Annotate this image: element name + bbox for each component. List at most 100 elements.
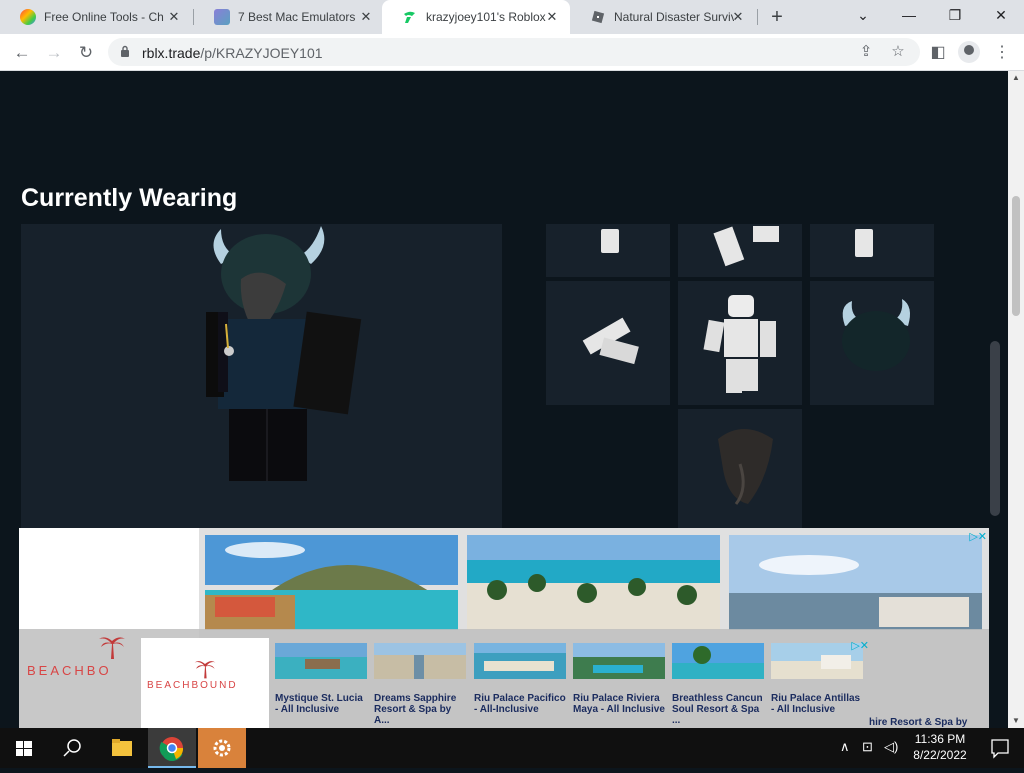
tab-title: krazyjoey101's Roblox (426, 10, 546, 24)
close-tab-icon[interactable]: ✕ (730, 9, 746, 25)
windows-logo-icon (16, 741, 32, 756)
tab-mac-emulators[interactable]: 7 Best Mac Emulators f ✕ (194, 0, 384, 34)
address-bar[interactable]: rblx.trade/p/KRAZYJOEY101 ⇪ ☆ (108, 38, 920, 66)
hotel-card[interactable]: Riu Palace Pacifico - All-Inclusive (474, 643, 566, 715)
hotel-name: Breathless Cancun Soul Resort & Spa ... (672, 693, 763, 726)
windows-taskbar: ∧ ⊡ ◁) 11:36 PM 8/22/2022 (0, 728, 1024, 768)
item-tile[interactable] (546, 224, 670, 277)
rainbow-icon (20, 9, 36, 25)
chrome-icon (159, 737, 184, 762)
search-icon (63, 739, 81, 757)
palm-tree-icon (194, 661, 216, 679)
item-tile[interactable] (678, 409, 802, 533)
item-plague-mask-image (718, 429, 773, 505)
volume-icon[interactable]: ◁) (884, 739, 898, 755)
search-button[interactable] (48, 728, 96, 768)
start-button[interactable] (0, 728, 48, 768)
browser-toolbar: ← → ↻ rblx.trade/p/KRAZYJOEY101 ⇪ ☆ ◧ ⋮ (0, 34, 1024, 71)
close-tab-icon[interactable]: ✕ (166, 9, 182, 25)
hotel-image (275, 643, 367, 679)
item-tile[interactable] (546, 281, 670, 405)
scroll-down-arrow-icon[interactable]: ▼ (1008, 714, 1024, 728)
hotel-name: Riu Palace Antillas - All Inclusive (771, 693, 861, 715)
scroll-up-arrow-icon[interactable]: ▲ (1008, 71, 1024, 85)
hotel-card[interactable]: Breathless Cancun Soul Resort & Spa ... (672, 643, 764, 726)
roblox-icon (590, 9, 606, 25)
tab-separator (757, 9, 758, 25)
tab-free-online-tools[interactable]: Free Online Tools - Chr ✕ (0, 0, 192, 34)
scrollbar-thumb[interactable] (1012, 196, 1020, 316)
tab-krazyjoey101-roblox[interactable]: krazyjoey101's Roblox ✕ (382, 0, 570, 34)
beachbound-brand-left[interactable]: BEACHBO (19, 629, 141, 728)
reload-button[interactable]: ↻ (72, 39, 100, 67)
hotel-card[interactable]: Dreams Sapphire Resort & Spa by A... (374, 643, 466, 726)
ad-overlay-banner[interactable]: BEACHBO BEACHBOUND Mystique St. Lucia - … (19, 629, 989, 728)
ad-choices-icon[interactable]: ▷✕ (955, 530, 987, 544)
minimize-button[interactable]: — (886, 0, 932, 30)
network-icon[interactable]: ⊡ (862, 739, 873, 755)
rblx-trade-icon (402, 9, 418, 25)
ad-image-resort[interactable] (729, 535, 982, 630)
url-text: rblx.trade/p/KRAZYJOEY101 (142, 45, 323, 61)
hotel-name: Dreams Sapphire Resort & Spa by A... (374, 693, 457, 726)
hotel-name: Riu Palace Pacifico - All-Inclusive (474, 693, 566, 715)
item-tile[interactable] (678, 224, 802, 277)
hotel-card[interactable]: Riu Palace Antillas - All Inclusive (771, 643, 863, 715)
tab-title: Free Online Tools - Chr (44, 10, 164, 24)
inner-scrollbar-thumb[interactable] (990, 341, 1000, 516)
item-arm-image (855, 229, 873, 257)
menu-kebab-icon[interactable]: ⋮ (988, 39, 1016, 67)
ad-image-beach[interactable] (467, 535, 720, 630)
brand-name: BEACHBOUND (147, 680, 238, 691)
palm-tree-icon (99, 637, 125, 659)
tab-title: 7 Best Mac Emulators f (238, 10, 358, 24)
url-host: rblx.trade (142, 45, 201, 61)
forward-button[interactable]: → (40, 39, 68, 67)
page-scrollbar[interactable]: ▲ ▼ (1008, 71, 1024, 728)
url-path: /p/KRAZYJOEY101 (200, 45, 323, 61)
file-explorer-button[interactable] (98, 728, 146, 768)
clock-date: 8/22/2022 (913, 748, 967, 762)
tab-title: Natural Disaster Surviv (614, 10, 734, 24)
tab-strip: Free Online Tools - Chr ✕ 7 Best Mac Emu… (0, 0, 1024, 34)
avatar-render-image (206, 226, 362, 481)
close-tab-icon[interactable]: ✕ (358, 9, 374, 25)
hotel-image (573, 643, 665, 679)
item-pose-image (713, 226, 779, 267)
new-tab-button[interactable]: + (766, 6, 788, 28)
close-window-button[interactable]: ✕ (978, 0, 1024, 30)
close-tab-icon[interactable]: ✕ (544, 9, 560, 25)
ad-choices-icon[interactable]: ▷✕ (837, 639, 869, 653)
hotel-name: Riu Palace Riviera Maya - All Inclusive (573, 693, 665, 715)
brand-name-partial: BEACHBO (27, 663, 112, 678)
avatar-render-panel (21, 224, 502, 529)
item-animation-image (703, 295, 776, 393)
ad-image-island[interactable] (205, 535, 458, 630)
back-button[interactable]: ← (8, 39, 36, 67)
tab-natural-disaster-survival[interactable]: Natural Disaster Surviv ✕ (570, 0, 756, 34)
bookmark-star-icon[interactable]: ☆ (888, 42, 908, 62)
show-hidden-icons-chevron-icon[interactable]: ∧ (840, 739, 850, 755)
item-tile[interactable] (678, 281, 802, 405)
clock-time: 11:36 PM (914, 732, 966, 746)
profile-avatar[interactable] (958, 41, 980, 63)
hotel-card[interactable]: Mystique St. Lucia - All Inclusive (275, 643, 367, 715)
item-leg-image (582, 317, 639, 365)
item-tile[interactable] (810, 281, 934, 405)
emulator-icon (214, 9, 230, 25)
hotel-name: Mystique St. Lucia - All Inclusive (275, 693, 363, 715)
notifications-button[interactable] (976, 728, 1024, 768)
settings-taskbar-button[interactable] (198, 728, 246, 768)
system-clock[interactable]: 11:36 PM 8/22/2022 (905, 731, 975, 763)
tab-search-chevron-icon[interactable]: ⌄ (840, 0, 886, 30)
notification-icon (991, 739, 1009, 759)
share-icon[interactable]: ⇪ (856, 42, 876, 62)
section-title: Currently Wearing (21, 184, 238, 212)
page-content: Currently Wearing ▷✕ BEACHBO BEACHBOUND … (0, 71, 1008, 728)
side-panel-icon[interactable]: ◧ (924, 39, 952, 67)
hotel-card[interactable]: Riu Palace Riviera Maya - All Inclusive (573, 643, 665, 715)
restore-button[interactable]: ❐ (932, 0, 978, 30)
chrome-taskbar-button[interactable] (148, 728, 196, 768)
beachbound-logo-box[interactable]: BEACHBOUND (141, 638, 269, 728)
item-tile[interactable] (810, 224, 934, 277)
